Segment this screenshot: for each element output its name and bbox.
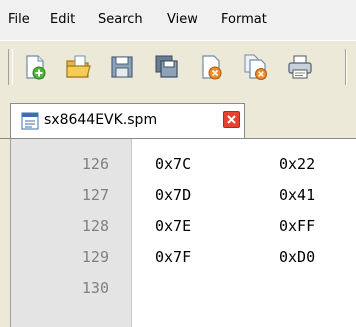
document-icon bbox=[21, 112, 39, 130]
open-folder-icon[interactable] bbox=[63, 52, 93, 82]
tab-label: sx8644EVK.spm bbox=[44, 112, 158, 128]
line-value-2: 0x22 bbox=[279, 155, 316, 173]
line-value-2: 0xD0 bbox=[279, 248, 316, 266]
line-value-1: 0x7C bbox=[155, 155, 192, 173]
toolbar bbox=[0, 40, 356, 93]
editor-area[interactable]: 126 0x7C 0x22 127 0x7D 0x41 128 0x7E 0xF… bbox=[0, 139, 356, 327]
menu-edit[interactable]: Edit bbox=[50, 12, 75, 27]
toolbar-separator bbox=[345, 49, 347, 85]
tab-strip: sx8644EVK.spm bbox=[0, 92, 356, 139]
new-file-icon[interactable] bbox=[20, 52, 50, 82]
line-value-2: 0x41 bbox=[279, 186, 316, 204]
line-number: 130 bbox=[81, 279, 109, 297]
line-number: 128 bbox=[81, 217, 109, 235]
editor-line[interactable]: 129 0x7F 0xD0 bbox=[0, 241, 356, 272]
line-value-1: 0x7F bbox=[155, 248, 192, 266]
close-icon[interactable] bbox=[223, 111, 240, 128]
line-number: 127 bbox=[81, 186, 109, 204]
menu-file[interactable]: File bbox=[8, 12, 30, 27]
print-icon[interactable] bbox=[285, 52, 315, 82]
editor-line[interactable]: 127 0x7D 0x41 bbox=[0, 179, 356, 210]
line-value-1: 0x7D bbox=[155, 186, 192, 204]
menu-search[interactable]: Search bbox=[98, 12, 143, 27]
close-all-icon[interactable] bbox=[241, 52, 271, 82]
editor-line[interactable]: 130 bbox=[0, 272, 356, 303]
line-value-2: 0xFF bbox=[279, 217, 316, 235]
close-file-icon[interactable] bbox=[196, 52, 226, 82]
editor-line[interactable]: 128 0x7E 0xFF bbox=[0, 210, 356, 241]
tab-sx8644evk[interactable]: sx8644EVK.spm bbox=[10, 103, 245, 138]
menu-view[interactable]: View bbox=[167, 12, 198, 27]
menu-bar: File Edit Search View Format bbox=[0, 0, 356, 40]
menu-format[interactable]: Format bbox=[221, 12, 267, 27]
editor-line[interactable]: 126 0x7C 0x22 bbox=[0, 148, 356, 179]
save-icon[interactable] bbox=[107, 52, 137, 82]
line-number: 126 bbox=[81, 155, 109, 173]
toolbar-grip[interactable] bbox=[8, 49, 13, 85]
line-number: 129 bbox=[81, 248, 109, 266]
save-all-icon[interactable] bbox=[152, 52, 182, 82]
line-value-1: 0x7E bbox=[155, 217, 192, 235]
